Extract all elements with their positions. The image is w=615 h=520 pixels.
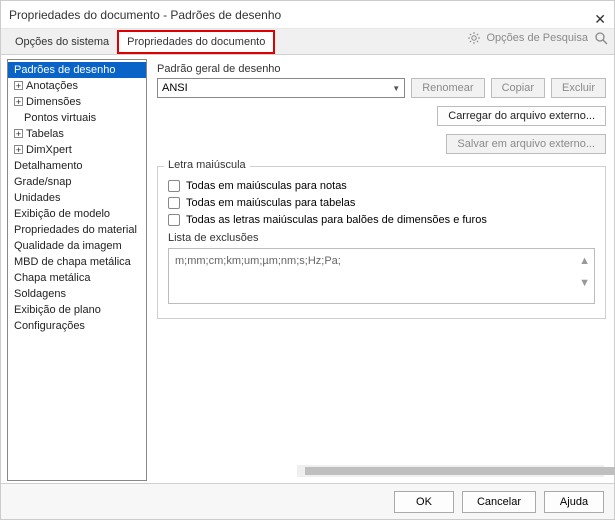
dialog-footer: OK Cancelar Ajuda [1, 483, 614, 519]
tree-item[interactable]: Soldagens [8, 286, 146, 302]
delete-button[interactable]: Excluir [551, 78, 606, 98]
help-button[interactable]: Ajuda [544, 491, 604, 513]
tree-item[interactable]: +DimXpert [8, 142, 146, 158]
spin-down-icon[interactable]: ▼ [579, 277, 590, 289]
tab-bar: Opções do sistema Propriedades do docume… [1, 29, 614, 55]
tree-item-label: Configurações [14, 320, 85, 332]
tree-item[interactable]: MBD de chapa metálica [8, 254, 146, 270]
exclusion-value: m;mm;cm;km;um;µm;nm;s;Hz;Pa; [175, 255, 341, 267]
horizontal-scrollbar[interactable] [297, 465, 604, 477]
tree-item-label: Qualidade da imagem [14, 240, 122, 252]
tree-item[interactable]: Grade/snap [8, 174, 146, 190]
uppercase-group: Letra maiúscula Todas em maiúsculas para… [157, 166, 606, 319]
tree-item-label: Exibição de plano [14, 304, 101, 316]
standard-value: ANSI [162, 82, 188, 94]
label-uppercase-balloons: Todas as letras maiúsculas para balões d… [186, 214, 487, 226]
tree-item[interactable]: Propriedades do material [8, 222, 146, 238]
load-external-button[interactable]: Carregar do arquivo externo... [437, 106, 606, 126]
search-icon[interactable] [594, 31, 608, 45]
cancel-button[interactable]: Cancelar [462, 491, 536, 513]
tree-item[interactable]: Configurações [8, 318, 146, 334]
tree-item-label: Grade/snap [14, 176, 71, 188]
spin-up-icon[interactable]: ▲ [579, 255, 590, 267]
copy-button[interactable]: Copiar [491, 78, 545, 98]
expand-icon[interactable]: + [14, 145, 23, 154]
tree-item[interactable]: +Anotações [8, 78, 146, 94]
save-external-button[interactable]: Salvar em arquivo externo... [446, 134, 606, 154]
tree-item-label: Detalhamento [14, 160, 83, 172]
tree-item-label: Padrões de desenho [14, 64, 116, 76]
main-panel: Padrão geral de desenho ANSI ▼ Renomear … [147, 55, 614, 485]
tree-item-label: Propriedades do material [14, 224, 137, 236]
tree-item-label: Chapa metálica [14, 272, 90, 284]
tree-item-label: Soldagens [14, 288, 66, 300]
tree-item-label: Tabelas [26, 128, 64, 140]
tab-system-options[interactable]: Opções do sistema [7, 32, 117, 52]
standard-dropdown[interactable]: ANSI ▼ [157, 78, 405, 98]
tab-document-properties[interactable]: Propriedades do documento [117, 30, 275, 54]
tree-item[interactable]: Detalhamento [8, 158, 146, 174]
tree-item[interactable]: Unidades [8, 190, 146, 206]
tree-item-label: DimXpert [26, 144, 72, 156]
tree-item[interactable]: +Tabelas [8, 126, 146, 142]
title-bar: Propriedades do documento - Padrões de d… [1, 1, 614, 29]
tree-item[interactable]: Chapa metálica [8, 270, 146, 286]
tree-item[interactable]: +Dimensões [8, 94, 146, 110]
search-area: Opções de Pesquisa [468, 31, 608, 45]
checkbox-uppercase-tables[interactable] [168, 197, 180, 209]
label-uppercase-notes: Todas em maiúsculas para notas [186, 180, 347, 192]
uppercase-legend: Letra maiúscula [164, 159, 250, 171]
expand-icon[interactable]: + [14, 97, 23, 106]
tree-item-label: Unidades [14, 192, 60, 204]
category-tree[interactable]: Padrões de desenho+Anotações+DimensõesPo… [7, 59, 147, 481]
tree-item[interactable]: Padrões de desenho [8, 62, 146, 78]
tree-item[interactable]: Exibição de plano [8, 302, 146, 318]
tree-item[interactable]: Qualidade da imagem [8, 238, 146, 254]
checkbox-uppercase-balloons[interactable] [168, 214, 180, 226]
tree-item[interactable]: Exibição de modelo [8, 206, 146, 222]
scrollbar-thumb[interactable] [305, 467, 615, 475]
expand-icon[interactable]: + [14, 129, 23, 138]
tree-item[interactable]: Pontos virtuais [8, 110, 146, 126]
label-uppercase-tables: Todas em maiúsculas para tabelas [186, 197, 355, 209]
exclusion-list-input[interactable]: m;mm;cm;km;um;µm;nm;s;Hz;Pa; ▲ ▼ [168, 248, 595, 304]
expand-icon[interactable]: + [14, 81, 23, 90]
tree-item-label: Anotações [26, 80, 78, 92]
exclusion-label: Lista de exclusões [168, 232, 595, 244]
window-title: Propriedades do documento - Padrões de d… [9, 8, 281, 22]
standard-label: Padrão geral de desenho [157, 63, 606, 75]
ok-button[interactable]: OK [394, 491, 454, 513]
rename-button[interactable]: Renomear [411, 78, 484, 98]
search-input[interactable]: Opções de Pesquisa [486, 32, 588, 44]
tree-item-label: MBD de chapa metálica [14, 256, 131, 268]
chevron-down-icon: ▼ [392, 84, 400, 93]
tree-item-label: Pontos virtuais [24, 112, 96, 124]
tree-item-label: Dimensões [26, 96, 81, 108]
checkbox-uppercase-notes[interactable] [168, 180, 180, 192]
tree-item-label: Exibição de modelo [14, 208, 110, 220]
gear-icon[interactable] [468, 32, 480, 44]
